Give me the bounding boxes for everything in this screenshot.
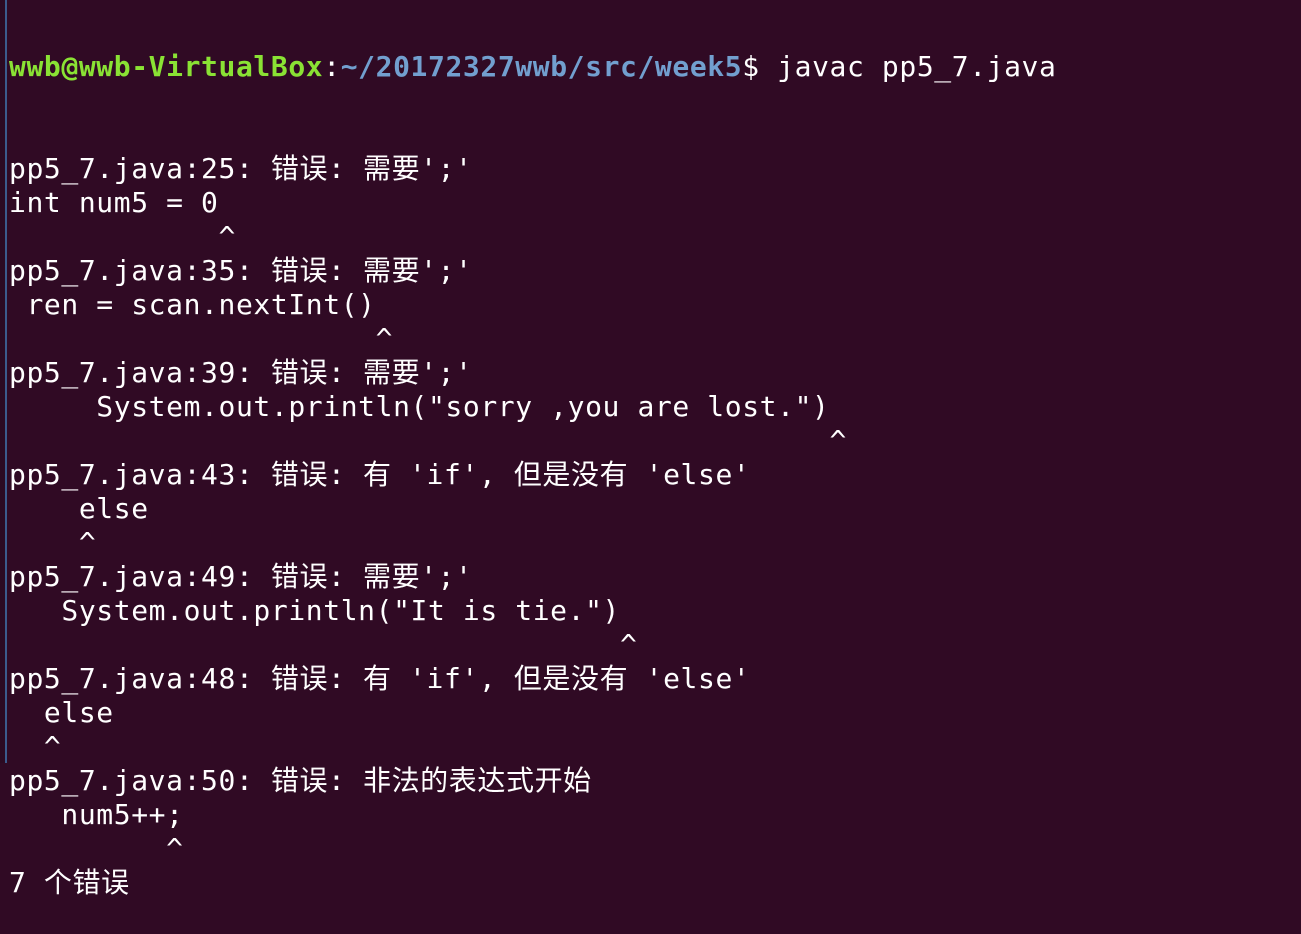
terminal-output[interactable]: wwb@wwb-VirtualBox:~/20172327wwb/src/wee…	[9, 0, 1056, 934]
output-line: num5++;	[9, 798, 184, 831]
prompt-line: wwb@wwb-VirtualBox:~/20172327wwb/src/wee…	[9, 50, 1056, 84]
output-line: ^	[9, 628, 638, 661]
output-line: pp5_7.java:49: 错误: 需要';'	[9, 560, 473, 593]
output-line: 7 个错误	[9, 866, 130, 899]
prompt-command: javac pp5_7.java	[777, 50, 1057, 83]
output-line: ^	[9, 322, 394, 355]
output-line: ^	[9, 730, 62, 763]
prompt-separator: :	[323, 50, 341, 83]
output-line: ren = scan.nextInt()	[9, 288, 376, 321]
prompt-symbol: $	[742, 50, 778, 83]
output-line: int num5 = 0	[9, 186, 219, 219]
window-edge	[0, 0, 7, 763]
output-line: ^	[9, 220, 236, 253]
prompt-path: ~/20172327wwb/src/week5	[340, 50, 743, 83]
output-line: pp5_7.java:35: 错误: 需要';'	[9, 254, 473, 287]
output-line: pp5_7.java:48: 错误: 有 'if', 但是没有 'else'	[9, 662, 751, 695]
output-line: System.out.println("sorry ,you are lost.…	[9, 390, 830, 423]
output-line: ^	[9, 832, 184, 865]
output-line: pp5_7.java:25: 错误: 需要';'	[9, 152, 473, 185]
output-line: pp5_7.java:50: 错误: 非法的表达式开始	[9, 764, 592, 797]
output-line: else	[9, 492, 149, 525]
output-line: ^	[9, 526, 97, 559]
output-line: pp5_7.java:39: 错误: 需要';'	[9, 356, 473, 389]
output-line: ^	[9, 424, 847, 457]
prompt-user-host: wwb@wwb-VirtualBox	[9, 50, 324, 83]
output-line: else	[9, 696, 114, 729]
output-line: System.out.println("It is tie.")	[9, 594, 621, 627]
output-line: pp5_7.java:43: 错误: 有 'if', 但是没有 'else'	[9, 458, 751, 491]
